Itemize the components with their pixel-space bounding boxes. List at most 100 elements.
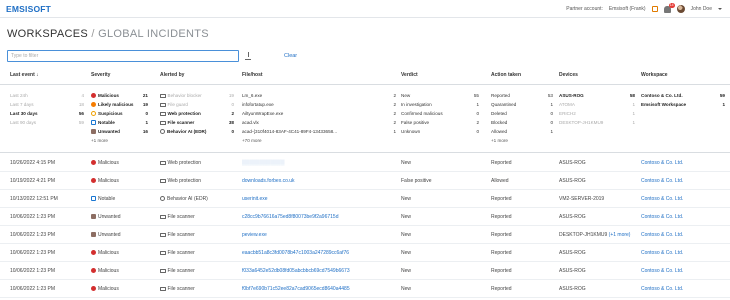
aggregates-divider <box>0 152 730 153</box>
table-row[interactable]: 10/26/2022 4:15 PM Malicious Web protectio… <box>0 154 730 172</box>
chevron-down-icon[interactable] <box>718 8 722 10</box>
row-workspace-link[interactable]: Contoso & Co. Ltd. <box>641 250 683 256</box>
row-workspace-link[interactable]: Contoso & Co. Ltd. <box>641 268 683 274</box>
row-file-link[interactable]: userinit.exe <box>242 196 268 202</box>
column-header-devices[interactable]: Devices <box>559 72 578 78</box>
row-workspace-link[interactable]: Contoso & Co. Ltd. <box>641 214 683 220</box>
agg-verdict-new[interactable]: New 55 <box>401 93 479 98</box>
agg-alerted-web-protection[interactable]: Web protection 2 <box>160 111 234 116</box>
table-row[interactable]: 10/06/2022 1:23 PM Unwanted File scanner pe… <box>0 226 730 244</box>
row-file-link[interactable]: ▒▒▒▒▒▒▒▒▒▒▒▒ <box>242 160 285 166</box>
row-verdict: New <box>401 214 412 220</box>
column-header-file-host[interactable]: File/host <box>242 72 263 78</box>
row-alerted-by: File scanner <box>160 286 195 292</box>
row-workspace-link[interactable]: Contoso & Co. Ltd. <box>641 232 683 238</box>
agg-device-desktop[interactable]: DESKTOP-JH1KMU9 1 <box>559 120 635 125</box>
agg-alerted-file-scanner[interactable]: File scanner 38 <box>160 120 234 125</box>
column-header-workspace[interactable]: Workspace <box>641 72 668 78</box>
table-row[interactable]: 10/19/2022 4:21 PM Malicious Web protectio… <box>0 172 730 190</box>
agg-workspace-emsisoft[interactable]: Emsisoft Workspace 1 <box>641 102 725 107</box>
agg-last-90-days[interactable]: Last 90 days 59 <box>10 120 84 125</box>
malicious-icon <box>91 286 96 291</box>
app-logo[interactable]: EMSISOFT <box>6 4 51 14</box>
agg-file-host-item[interactable]: Lm_6.exe 2 <box>242 93 396 98</box>
agg-verdict-confirmed-malicious[interactable]: Confirmed malicious 0 <box>401 111 479 116</box>
table-row[interactable]: 10/06/2022 1:23 PM Unwanted File scanner c2… <box>0 208 730 226</box>
row-severity: Unwanted <box>91 232 121 238</box>
avatar[interactable] <box>676 5 685 13</box>
agg-device-atoma[interactable]: ATOMA 1 <box>559 102 635 107</box>
agg-severity-likely-malicious[interactable]: Likely malicious 19 <box>91 102 148 107</box>
download-icon[interactable] <box>245 52 251 60</box>
malicious-icon <box>91 160 96 165</box>
agg-alerted-behavior-blocker[interactable]: Behavior blocker 19 <box>160 93 234 98</box>
agg-severity-more[interactable]: +1 more <box>91 138 108 143</box>
filter-input[interactable] <box>7 50 239 62</box>
row-workspace-link[interactable]: Contoso & Co. Ltd. <box>641 196 683 202</box>
table-row[interactable]: 10/06/2022 1:23 PM Malicious File scanner e… <box>0 244 730 262</box>
table-row[interactable]: 10/13/2022 12:51 PM Notable Behavior AI (E… <box>0 190 730 208</box>
row-date: 10/26/2022 4:15 PM <box>10 160 56 166</box>
agg-file-host-more[interactable]: +70 more <box>242 138 262 143</box>
row-file-link[interactable]: downloads.forbex.co.uk <box>242 178 295 184</box>
notification-badge: 14 <box>668 2 675 8</box>
organization-icon[interactable] <box>651 6 658 12</box>
agg-action-reported[interactable]: Reported 53 <box>491 93 553 98</box>
table-row[interactable]: 10/06/2022 1:23 PM Malicious File scanner f… <box>0 262 730 280</box>
page-title-main[interactable]: WORKSPACES <box>7 28 88 40</box>
clear-filter-link[interactable]: Clear <box>284 53 297 59</box>
column-header-severity[interactable]: Severity <box>91 72 110 78</box>
agg-action-quarantined[interactable]: Quarantined 1 <box>491 102 553 107</box>
agg-last-24h[interactable]: Last 24h 4 <box>10 93 84 98</box>
agg-severity-malicious[interactable]: Malicious 21 <box>91 93 148 98</box>
agg-severity-notable[interactable]: Notable 1 <box>91 120 148 125</box>
row-file-link[interactable]: c28cc9b76616a75ed8f80073be9f2a96715d <box>242 214 338 220</box>
column-header-alerted-by[interactable]: Alerted by <box>160 72 184 78</box>
row-workspace-link[interactable]: Contoso & Co. Ltd. <box>641 286 683 292</box>
table-row[interactable]: 10/06/2022 1:23 PM Malicious File scanner f… <box>0 280 730 298</box>
agg-action-more[interactable]: +1 more <box>491 138 508 143</box>
agg-device-asus-rog[interactable]: ASUS-ROG 58 <box>559 93 635 98</box>
agg-action-allowed[interactable]: Allowed 1 <box>491 129 553 134</box>
agg-action-deleted[interactable]: Deleted 0 <box>491 111 553 116</box>
agg-file-host-item[interactable]: acad-{310f4014-83AF-4C41-89F4-13433658..… <box>242 129 396 134</box>
row-date: 10/06/2022 1:23 PM <box>10 232 56 238</box>
monitor-icon <box>160 179 166 183</box>
agg-workspace-contoso[interactable]: Contoso & Co. Ltd. 59 <box>641 93 725 98</box>
row-file-link[interactable]: f0bf7e690b71c52ee82a7cad9065ecd8640a4485 <box>242 286 350 292</box>
monitor-icon <box>160 121 166 125</box>
agg-severity-unwanted[interactable]: Unwanted 16 <box>91 129 148 134</box>
row-workspace-link[interactable]: Contoso & Co. Ltd. <box>641 160 683 166</box>
row-workspace-link[interactable]: Contoso & Co. Ltd. <box>641 178 683 184</box>
row-file-link[interactable]: eaacbb51a8c3fd0078b47c1003a247289cc6af76 <box>242 250 349 256</box>
agg-verdict-false-positive[interactable]: False positive 2 <box>401 120 479 125</box>
agg-alerted-behavior-ai[interactable]: Behavior AI (EDR) 0 <box>160 129 234 134</box>
row-file-link[interactable]: f033a6452e52db08fd05abcbbcb69cd7549b6673 <box>242 268 350 274</box>
row-device-more[interactable]: (+1 more) <box>609 232 631 238</box>
column-header-action-taken[interactable]: Action taken <box>491 72 521 78</box>
row-alerted-by: File scanner <box>160 250 195 256</box>
agg-severity-suspicious[interactable]: Suspicious 0 <box>91 111 148 116</box>
agg-verdict-unknown[interactable]: Unknown 0 <box>401 129 479 134</box>
row-device: DESKTOP-JH1KMU9 (+1 more) <box>559 232 631 238</box>
agg-alerted-file-guard[interactable]: File guard 0 <box>160 102 234 107</box>
agg-file-host-item[interactable]: AiltyunWrapExe.exe 2 <box>242 111 396 116</box>
row-action: Reported <box>491 286 512 292</box>
page-title: WORKSPACES / GLOBAL INCIDENTS <box>7 28 209 40</box>
agg-verdict-in-investigation[interactable]: In investigation 1 <box>401 102 479 107</box>
agg-file-host-item[interactable]: infofortatup.exe 2 <box>242 102 396 107</box>
user-name[interactable]: John Doe <box>691 6 712 12</box>
agg-last-30-days[interactable]: Last 30 days 56 <box>10 111 84 116</box>
suspicious-icon <box>91 111 96 116</box>
agg-device-erich2[interactable]: ERICH2 1 <box>559 111 635 116</box>
bell-icon[interactable]: 14 <box>663 2 675 13</box>
agg-last-7-days[interactable]: Last 7 days 18 <box>10 102 84 107</box>
column-header-last-event[interactable]: Last event ↓ <box>10 72 39 78</box>
row-severity: Malicious <box>91 178 119 184</box>
row-file-link[interactable]: peview.exe <box>242 232 267 238</box>
column-header-verdict[interactable]: Verdict <box>401 72 418 78</box>
agg-action-blocked[interactable]: Blocked 0 <box>491 120 553 125</box>
monitor-icon <box>160 233 166 237</box>
partner-value[interactable]: Emsisoft (Frank) <box>609 6 646 12</box>
agg-file-host-item[interactable]: acad.vlx 2 <box>242 120 396 125</box>
